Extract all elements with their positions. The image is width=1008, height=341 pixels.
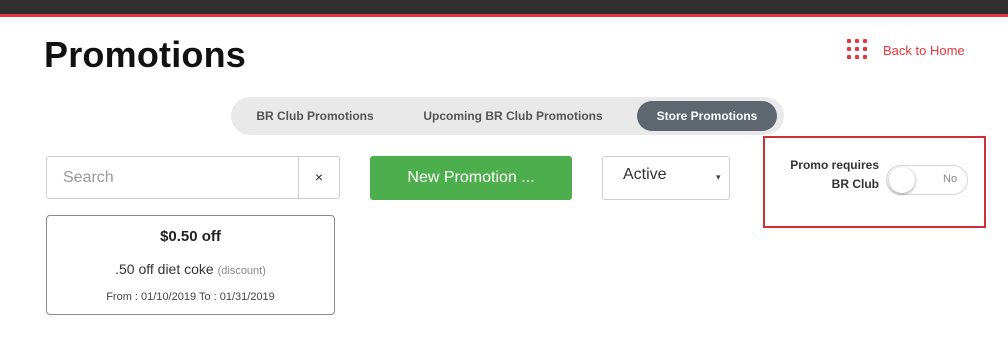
status-filter-select[interactable]: Active ▾	[602, 156, 730, 200]
promotion-amount: $0.50 off	[160, 228, 221, 245]
tab-store-promotions[interactable]: Store Promotions	[637, 101, 777, 131]
br-club-required-toggle[interactable]: No	[886, 165, 968, 195]
grid-dots-icon	[847, 39, 869, 61]
back-to-home-label: Back to Home	[883, 42, 965, 58]
top-nav-bar	[0, 0, 1008, 14]
promotion-description-line: .50 off diet coke (discount)	[47, 261, 334, 277]
tab-br-club-promotions[interactable]: BR Club Promotions	[239, 101, 391, 131]
promotion-description: .50 off diet coke	[115, 261, 214, 277]
back-to-home-link[interactable]: Back to Home	[847, 38, 965, 62]
chevron-down-icon: ▾	[716, 172, 721, 182]
page-title: Promotions	[44, 34, 247, 75]
promotion-dates: From : 01/10/2019 To : 01/31/2019	[106, 291, 275, 303]
status-selected-value: Active	[623, 166, 667, 183]
promotion-card[interactable]: $0.50 off .50 off diet coke (discount) F…	[46, 215, 335, 315]
tab-upcoming-br-club-promotions[interactable]: Upcoming BR Club Promotions	[407, 101, 619, 131]
search-input[interactable]	[47, 157, 297, 198]
search-box: ×	[46, 156, 340, 199]
br-club-toggle-label: Promo requires BR Club	[790, 158, 879, 191]
toggle-state-text: No	[943, 173, 958, 185]
toggle-knob	[889, 167, 915, 193]
clear-search-button[interactable]: ×	[298, 157, 339, 198]
new-promotion-button[interactable]: New Promotion ...	[370, 156, 572, 200]
top-accent-stripe	[0, 14, 1008, 17]
promotion-type-tag: (discount)	[217, 265, 266, 277]
promotion-tabs: BR Club Promotions Upcoming BR Club Prom…	[231, 97, 784, 135]
